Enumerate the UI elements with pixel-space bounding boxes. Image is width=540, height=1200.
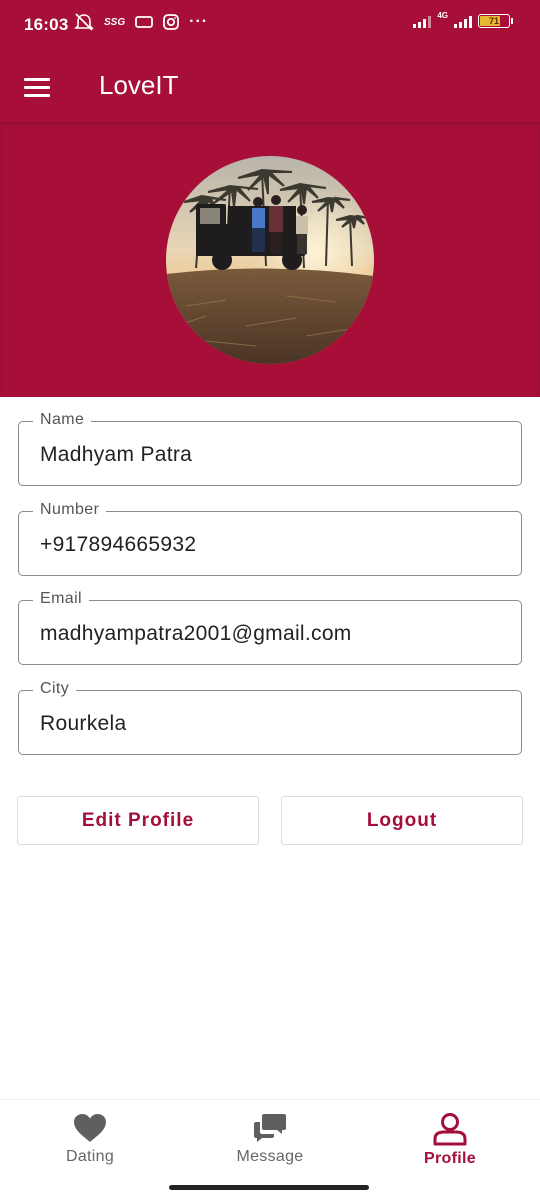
nav-item-message[interactable]: Message [210,1112,330,1166]
nav-label-profile: Profile [424,1150,476,1167]
nav-label-message: Message [236,1148,304,1165]
city-label: City [33,680,77,698]
email-value: madhyampatra2001@gmail.com [40,622,352,645]
city-field[interactable]: City Rourkela [18,680,522,755]
city-value: Rourkela [40,712,127,735]
person-icon [433,1113,467,1146]
email-label: Email [33,590,90,608]
battery-level: 71 [488,16,499,26]
number-value: +917894665932 [40,533,197,556]
app-title: LoveIT [99,70,179,100]
nav-item-dating[interactable]: Dating [30,1112,150,1166]
app-bar: LoveIT [0,52,540,122]
name-label: Name [33,411,92,429]
nav-item-profile[interactable]: Profile [390,1112,510,1168]
logout-button[interactable]: Logout [281,796,523,845]
instagram-icon [163,14,180,30]
muted-notification-icon [74,13,94,31]
signal-icon [413,14,432,28]
network-type-label: 4G [437,10,448,20]
status-icons-left: SSG ··· [74,13,208,31]
chat-bubbles-icon [254,1114,286,1142]
overflow-dots-icon: ··· [189,13,209,30]
signal-icon-2 [454,14,472,28]
status-icons-right: 4G 71 [413,10,513,28]
heart-icon [74,1114,106,1142]
edit-profile-button[interactable]: Edit Profile [17,796,259,845]
battery-icon: 71 [478,14,513,28]
cast-icon [135,16,154,28]
hamburger-menu-icon[interactable] [24,72,54,102]
status-bar: 16:03 SSG ··· 4G 71 [0,0,540,52]
carrier-tag: SSG [104,16,126,28]
home-indicator[interactable] [169,1185,369,1190]
number-field[interactable]: Number +917894665932 [18,501,522,576]
nav-label-dating: Dating [65,1148,115,1165]
profile-avatar[interactable] [166,156,374,364]
email-field[interactable]: Email madhyampatra2001@gmail.com [18,590,522,665]
name-field[interactable]: Name Madhyam Patra [18,411,522,486]
number-label: Number [33,501,107,519]
status-time: 16:03 [24,15,69,34]
profile-photo [166,156,374,364]
name-value: Madhyam Patra [40,443,193,466]
